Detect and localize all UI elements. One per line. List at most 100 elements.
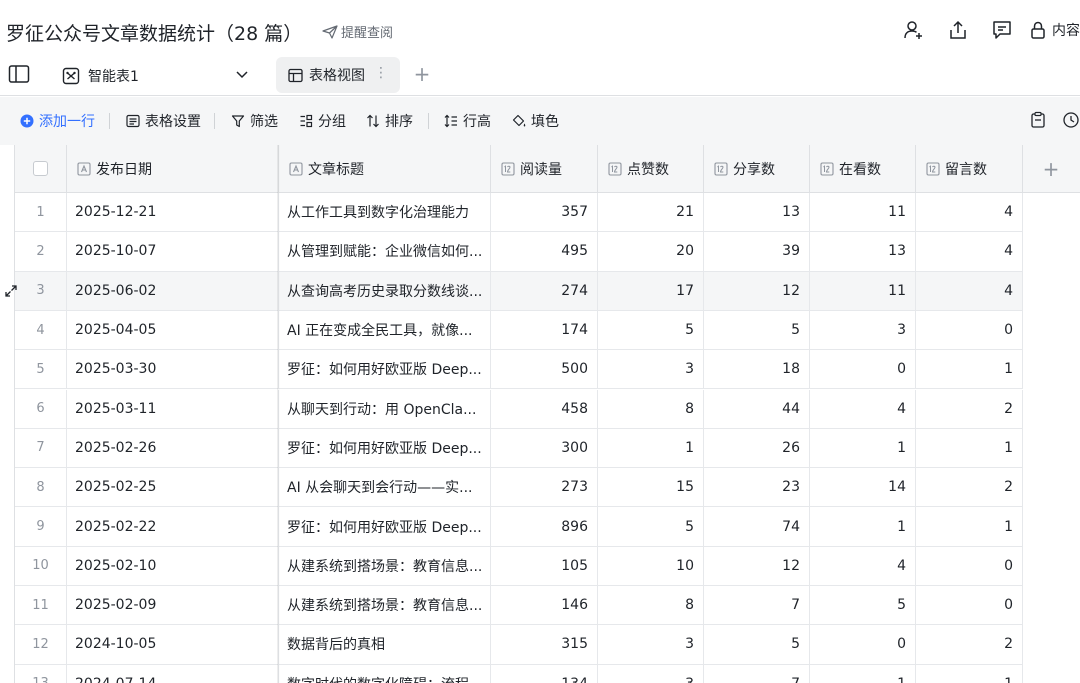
cell-shares[interactable]: 5 (704, 625, 810, 664)
table-row[interactable]: 4 2025-04-05 AI 正在变成全民工具，就像... 174 5 5 3 0 (15, 310, 1023, 351)
table-settings-button[interactable]: 表格设置 (126, 111, 201, 131)
clipboard-icon[interactable] (1029, 111, 1047, 129)
cell-title[interactable]: 从查询高考历史录取分数线谈... (279, 271, 491, 310)
sort-button[interactable]: 排序 (366, 111, 413, 131)
cell-likes[interactable]: 8 (598, 389, 704, 428)
cell-comments[interactable]: 1 (916, 507, 1023, 546)
cell-title[interactable]: AI 正在变成全民工具，就像... (279, 310, 491, 350)
cell-reads[interactable]: 458 (491, 389, 598, 428)
cell-shares[interactable]: 26 (704, 428, 810, 468)
column-header-reads[interactable]: 阅读量 (491, 145, 598, 193)
table-row[interactable]: 8 2025-02-25 AI 从会聊天到会行动——实... 273 15 23 14 2 (15, 468, 1023, 508)
cell-watch[interactable]: 1 (810, 507, 916, 546)
cell-comments[interactable]: 0 (916, 546, 1023, 585)
cell-date[interactable]: 2024-07-14 (67, 664, 279, 683)
add-column-button[interactable]: + (1023, 145, 1079, 193)
cell-reads[interactable]: 315 (491, 625, 598, 664)
cell-title[interactable]: 从建系统到搭场景：教育信息... (279, 586, 491, 625)
cell-likes[interactable]: 3 (598, 664, 704, 683)
cell-shares[interactable]: 13 (704, 193, 810, 232)
cell-shares[interactable]: 39 (704, 232, 810, 271)
cell-title[interactable]: 从建系统到搭场景：教育信息... (279, 546, 491, 585)
cell-shares[interactable]: 12 (704, 546, 810, 585)
cell-comments[interactable]: 1 (916, 350, 1023, 389)
cell-watch[interactable]: 5 (810, 586, 916, 625)
cell-title[interactable]: 数字时代的数字化障碍：流程... (279, 664, 491, 683)
cell-reads[interactable]: 357 (491, 193, 598, 232)
cell-comments[interactable]: 2 (916, 389, 1023, 428)
view-more-icon[interactable]: ⋮ (374, 66, 388, 80)
document-title[interactable]: 罗征公众号文章数据统计（28 篇） (6, 19, 302, 46)
cell-shares[interactable]: 5 (704, 310, 810, 350)
cell-likes[interactable]: 3 (598, 350, 704, 389)
tab-grid-view[interactable]: 表格视图 ⋮ (276, 57, 400, 93)
cell-reads[interactable]: 146 (491, 586, 598, 625)
cell-watch[interactable]: 14 (810, 468, 916, 507)
cell-title[interactable]: 罗征：如何用好欧亚版 Deep... (279, 428, 491, 468)
cell-watch[interactable]: 1 (810, 664, 916, 683)
cell-comments[interactable]: 2 (916, 468, 1023, 507)
cell-shares[interactable]: 23 (704, 468, 810, 507)
column-header-comments[interactable]: 留言数 (916, 145, 1023, 193)
table-row[interactable]: 5 2025-03-30 罗征：如何用好欧亚版 Deep... 500 3 18 0 1 (15, 350, 1023, 390)
cell-date[interactable]: 2025-02-26 (67, 428, 279, 468)
cell-likes[interactable]: 10 (598, 546, 704, 585)
cell-likes[interactable]: 5 (598, 507, 704, 546)
cell-reads[interactable]: 274 (491, 271, 598, 310)
invite-button[interactable] (892, 16, 936, 44)
cell-shares[interactable]: 12 (704, 271, 810, 310)
cell-date[interactable]: 2025-12-21 (67, 193, 279, 232)
cell-shares[interactable]: 18 (704, 350, 810, 389)
cell-likes[interactable]: 8 (598, 586, 704, 625)
cell-likes[interactable]: 17 (598, 271, 704, 310)
column-header-title[interactable]: 文章标题 (279, 145, 491, 193)
cell-watch[interactable]: 0 (810, 625, 916, 664)
cell-title[interactable]: 数据背后的真相 (279, 625, 491, 664)
cell-watch[interactable]: 3 (810, 310, 916, 350)
table-row[interactable]: 11 2025-02-09 从建系统到搭场景：教育信息... 146 8 7 5 0 (15, 586, 1023, 626)
cell-comments[interactable]: 1 (916, 664, 1023, 683)
table-row[interactable]: 6 2025-03-11 从聊天到行动：用 OpenCla... 458 8 44 4 2 (15, 389, 1023, 429)
comment-button[interactable] (980, 16, 1024, 44)
cell-comments[interactable]: 4 (916, 232, 1023, 271)
add-view-button[interactable]: + (412, 62, 432, 86)
cell-likes[interactable]: 3 (598, 625, 704, 664)
table-row[interactable]: 1 2025-12-21 从工作工具到数字化治理能力 357 21 13 11 4 (15, 193, 1023, 233)
remind-button[interactable]: 提醒查阅 (322, 22, 393, 41)
select-all-checkbox[interactable] (33, 161, 48, 176)
cell-reads[interactable]: 500 (491, 350, 598, 389)
cell-likes[interactable]: 20 (598, 232, 704, 271)
table-row[interactable]: 132024-07-14数字时代的数字化障碍：流程...1343711 (15, 664, 1023, 683)
cell-date[interactable]: 2024-10-05 (67, 625, 279, 664)
fill-color-button[interactable]: 填色 (512, 111, 559, 131)
filter-button[interactable]: 筛选 (231, 111, 278, 131)
add-row-button[interactable]: 添加一行 (20, 111, 95, 131)
cell-reads[interactable]: 300 (491, 428, 598, 468)
column-header-likes[interactable]: 点赞数 (598, 145, 704, 193)
cell-date[interactable]: 2025-04-05 (67, 310, 279, 350)
cell-reads[interactable]: 273 (491, 468, 598, 507)
cell-title[interactable]: 从聊天到行动：用 OpenCla... (279, 389, 491, 428)
column-header-shares[interactable]: 分享数 (704, 145, 810, 193)
expand-row-icon[interactable] (4, 284, 18, 298)
cell-watch[interactable]: 11 (810, 193, 916, 232)
cell-shares[interactable]: 44 (704, 389, 810, 428)
row-height-button[interactable]: 行高 (444, 111, 491, 131)
column-header-date[interactable]: 发布日期 (67, 145, 279, 193)
cell-comments[interactable]: 4 (916, 193, 1023, 232)
cell-reads[interactable]: 174 (491, 310, 598, 350)
history-icon[interactable] (1062, 111, 1080, 129)
cell-date[interactable]: 2025-02-09 (67, 586, 279, 625)
cell-date[interactable]: 2025-02-25 (67, 468, 279, 507)
cell-likes[interactable]: 21 (598, 193, 704, 232)
cell-watch[interactable]: 4 (810, 389, 916, 428)
cell-shares[interactable]: 74 (704, 507, 810, 546)
cell-date[interactable]: 2025-02-22 (67, 507, 279, 546)
cell-title[interactable]: 从管理到赋能：企业微信如何... (279, 232, 491, 271)
cell-title[interactable]: 罗征：如何用好欧亚版 Deep... (279, 350, 491, 389)
cell-watch[interactable]: 11 (810, 271, 916, 310)
column-header-watching[interactable]: 在看数 (810, 145, 916, 193)
cell-comments[interactable]: 0 (916, 586, 1023, 625)
cell-comments[interactable]: 4 (916, 271, 1023, 310)
cell-date[interactable]: 2025-10-07 (67, 232, 279, 271)
